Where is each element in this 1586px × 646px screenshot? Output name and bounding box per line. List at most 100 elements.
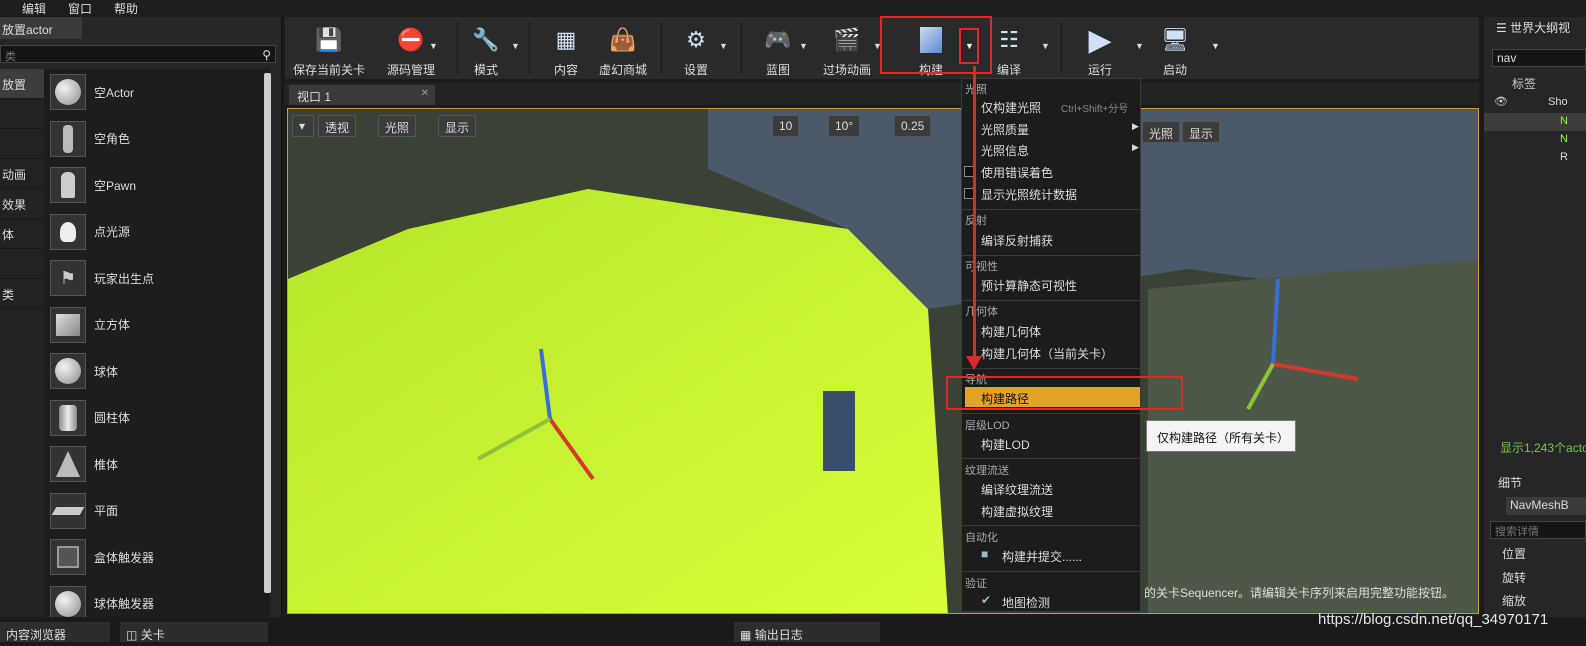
play-button[interactable]: ▶ 运行 <box>1075 17 1125 79</box>
menu-item-build-reflection[interactable]: 编译反射捕获 <box>981 232 1053 249</box>
shortcut-label: Ctrl+Shift+分号 <box>1061 104 1129 115</box>
level-viewport[interactable]: ▾ 透视 光照 显示 10 10° 0.25 光照 显示 <box>287 108 1479 614</box>
menu-section-automation: 自动化 <box>965 532 998 544</box>
clapperboard-icon: 🎬 <box>833 27 861 52</box>
cone-icon <box>50 446 86 483</box>
category-item[interactable]: 类 <box>0 279 44 309</box>
save-button[interactable]: 💾 保存当前关卡 <box>291 17 367 79</box>
sequencer-message: 的关卡Sequencer。请编辑关卡序列来启用完整功能按钮。 <box>1144 586 1455 600</box>
tab-viewport-1[interactable]: 视口 1 ✕ <box>289 85 435 105</box>
menu-item-build-lod[interactable]: 构建LOD <box>981 436 1030 453</box>
list-item[interactable]: ⚑ 玩家出生点 <box>44 255 270 302</box>
modes-button[interactable]: 🔧 模式 <box>461 17 511 79</box>
menu-item-use-error-coloring[interactable]: 使用错误着色 <box>981 164 1053 181</box>
chevron-down-icon[interactable]: ▼ <box>719 41 728 51</box>
menu-item-precompute-visibility[interactable]: 预计算静态可视性 <box>981 277 1077 294</box>
category-item[interactable]: 动画 <box>0 159 44 189</box>
close-icon[interactable]: ✕ <box>421 88 429 99</box>
list-item[interactable]: 球体触发器 <box>44 581 270 617</box>
figure-icon <box>50 120 86 157</box>
chevron-down-icon[interactable]: ▼ <box>511 41 520 51</box>
chevron-down-icon[interactable]: ▼ <box>1041 41 1050 51</box>
show-button[interactable]: 显示 <box>438 115 477 137</box>
category-item[interactable] <box>0 129 44 159</box>
tab-levels[interactable]: ◫ 关卡 <box>120 622 268 642</box>
table-row[interactable]: N <box>1560 115 1568 127</box>
table-row[interactable]: Sho <box>1548 96 1568 108</box>
menu-item-build-texture-streaming[interactable]: 编译纹理流送 <box>981 481 1053 498</box>
menu-item-build-virtual-texture[interactable]: 构建虚拟纹理 <box>981 503 1053 520</box>
menu-item-show-lighting-stats[interactable]: 显示光照统计数据 <box>981 186 1077 203</box>
table-row[interactable]: N <box>1560 133 1568 145</box>
list-item-label: 盒体触发器 <box>94 550 155 565</box>
perspective-button[interactable]: 透视 <box>318 115 357 137</box>
menu-help[interactable]: 帮助 <box>114 0 138 17</box>
list-item[interactable]: 立方体 <box>44 302 270 349</box>
cinematics-button[interactable]: 🎬 过场动画 <box>817 17 877 79</box>
actor-count: 显示1,243个actor <box>1500 441 1586 455</box>
list-item[interactable]: 点光源 <box>44 209 270 256</box>
cylinder-icon <box>50 399 86 436</box>
menu-item-build-lighting-only[interactable]: 仅构建光照 <box>981 99 1041 116</box>
menu-section-visibility: 可视性 <box>965 261 998 273</box>
search-icon[interactable]: ⚲ <box>262 48 271 62</box>
list-item[interactable]: 空角色 <box>44 116 270 163</box>
menu-item-build-and-submit[interactable]: 构建并提交...... <box>1002 548 1082 565</box>
list-item[interactable]: 空Pawn <box>44 162 270 209</box>
list-item[interactable]: 球体 <box>44 348 270 395</box>
lighting-mode-button[interactable]: 光照 <box>378 115 417 137</box>
details-actor-name[interactable]: NavMeshB <box>1506 497 1586 515</box>
chevron-down-icon[interactable]: ▼ <box>1211 41 1220 51</box>
list-item[interactable]: 平面 <box>44 488 270 535</box>
show-button-2[interactable]: 显示 <box>1182 121 1221 143</box>
compile-button[interactable]: ☷ 编译 <box>985 17 1033 79</box>
content-button[interactable]: ▦ 内容 <box>541 17 591 79</box>
table-row[interactable]: R <box>1560 151 1568 163</box>
tab-output-log[interactable]: ▦ 输出日志 <box>734 622 880 642</box>
prop-rotation[interactable]: 旋转 <box>1502 569 1526 586</box>
monitor-icon: 🖥 <box>1161 27 1189 52</box>
menu-window[interactable]: 窗口 <box>68 0 92 17</box>
category-item[interactable]: 效果 <box>0 189 44 219</box>
blueprint-button[interactable]: 🎮 蓝图 <box>753 17 803 79</box>
menu-item-build-geometry[interactable]: 构建几何体 <box>981 323 1041 340</box>
category-item[interactable] <box>0 99 44 129</box>
category-item[interactable] <box>0 249 44 279</box>
chevron-down-icon[interactable]: ▼ <box>429 41 438 51</box>
marketplace-button[interactable]: 👜 虚幻商城 <box>595 17 651 79</box>
settings-button[interactable]: ⚙ 设置 <box>671 17 721 79</box>
place-actors-panel: 放置actor 类 ⚲ 放置 动画 效果 体 类 空Actor 空角色 空Paw… <box>0 17 282 617</box>
angle-snap-value[interactable]: 10° <box>828 115 861 137</box>
menu-section-reflection: 反射 <box>965 215 987 227</box>
lightbulb-icon <box>50 213 86 250</box>
prop-scale[interactable]: 缩放 <box>1502 592 1526 609</box>
viewport-options-button[interactable]: ▾ <box>292 115 314 137</box>
menu-item-map-check[interactable]: 地图检测 <box>1002 594 1050 611</box>
list-item[interactable]: 空Actor <box>44 69 270 116</box>
prop-location[interactable]: 位置 <box>1502 545 1526 562</box>
eye-icon[interactable]: 👁 <box>1494 95 1508 108</box>
launch-button[interactable]: 🖥 启动 <box>1149 17 1201 79</box>
table-row[interactable] <box>1484 113 1586 131</box>
tab-content-browser[interactable]: 内容浏览器 <box>0 622 110 642</box>
scrollbar[interactable] <box>264 73 271 593</box>
menu-item-lighting-quality[interactable]: 光照质量 <box>981 121 1029 138</box>
place-actors-tab[interactable]: 放置actor <box>0 17 82 39</box>
list-item[interactable]: 盒体触发器 <box>44 534 270 581</box>
actor-search-input[interactable]: 类 ⚲ <box>0 45 276 63</box>
outliner-search-input[interactable]: nav <box>1492 49 1586 67</box>
category-item[interactable]: 放置 <box>0 69 44 99</box>
grid-snap-value[interactable]: 10 <box>772 115 800 137</box>
chevron-down-icon[interactable]: ▼ <box>1135 41 1144 51</box>
chevron-down-icon[interactable]: ▼ <box>799 41 808 51</box>
menu-item-lighting-info[interactable]: 光照信息 <box>981 142 1029 159</box>
category-item[interactable]: 体 <box>0 219 44 249</box>
lighting-mode-button-2[interactable]: 光照 <box>1142 121 1181 143</box>
scale-snap-value[interactable]: 0.25 <box>894 115 932 137</box>
menu-edit[interactable]: 编辑 <box>22 0 46 17</box>
menu-item-build-geometry-current[interactable]: 构建几何体（当前关卡） <box>981 345 1113 362</box>
list-item[interactable]: 椎体 <box>44 441 270 488</box>
details-search-input[interactable]: 搜索详情 <box>1490 521 1586 539</box>
list-item[interactable]: 圆柱体 <box>44 395 270 442</box>
outliner-title: ☰ 世界大纲视 <box>1496 21 1571 35</box>
